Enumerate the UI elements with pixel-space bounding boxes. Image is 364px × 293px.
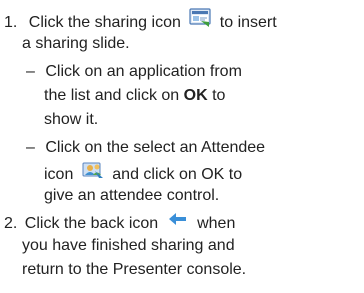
step2-line1: 2. Click the back icon when xyxy=(4,212,235,236)
step2-number: 2. xyxy=(4,215,18,233)
sub1-text-after: to xyxy=(212,87,226,104)
step2-text-before: Click the back icon xyxy=(24,215,159,233)
sub2-text: Click on the select an Attendee xyxy=(45,139,266,156)
step2-line3: return to the Presenter console. xyxy=(22,261,247,278)
step1-line2: a sharing slide. xyxy=(22,35,130,52)
sub1-text: Click on an application from xyxy=(45,63,242,80)
sub1-line2: the list and click on OK to xyxy=(44,86,225,106)
sub1-line3: show it. xyxy=(44,111,99,128)
sub2-line1: – Click on the select an Attendee xyxy=(26,138,265,158)
step2-line2: you have finished sharing and xyxy=(22,237,235,254)
sub2-line2: icon and click on OK to xyxy=(44,162,242,188)
step1-line1: 1. Click the sharing icon to insert xyxy=(4,8,277,36)
sub1-line1: – Click on an application from xyxy=(26,62,242,82)
back-arrow-icon xyxy=(167,210,189,234)
sub1-dash: – xyxy=(26,63,35,80)
sub2-dash: – xyxy=(26,139,35,156)
select-attendee-icon xyxy=(82,160,104,186)
ok-label: OK xyxy=(183,87,208,104)
sub2-text-before: icon xyxy=(44,166,74,184)
sub2-line3: give an attendee control. xyxy=(44,187,220,204)
step1-number: 1. xyxy=(4,14,18,32)
sub1-text-before: the list and click on xyxy=(44,87,180,104)
step1-text-before: Click the sharing icon xyxy=(28,14,181,32)
sub2-text-after: and click on OK to xyxy=(112,166,243,184)
step1-text-after: to insert xyxy=(219,14,277,32)
sharing-icon xyxy=(189,8,211,34)
step2-text-after: when xyxy=(197,215,236,233)
